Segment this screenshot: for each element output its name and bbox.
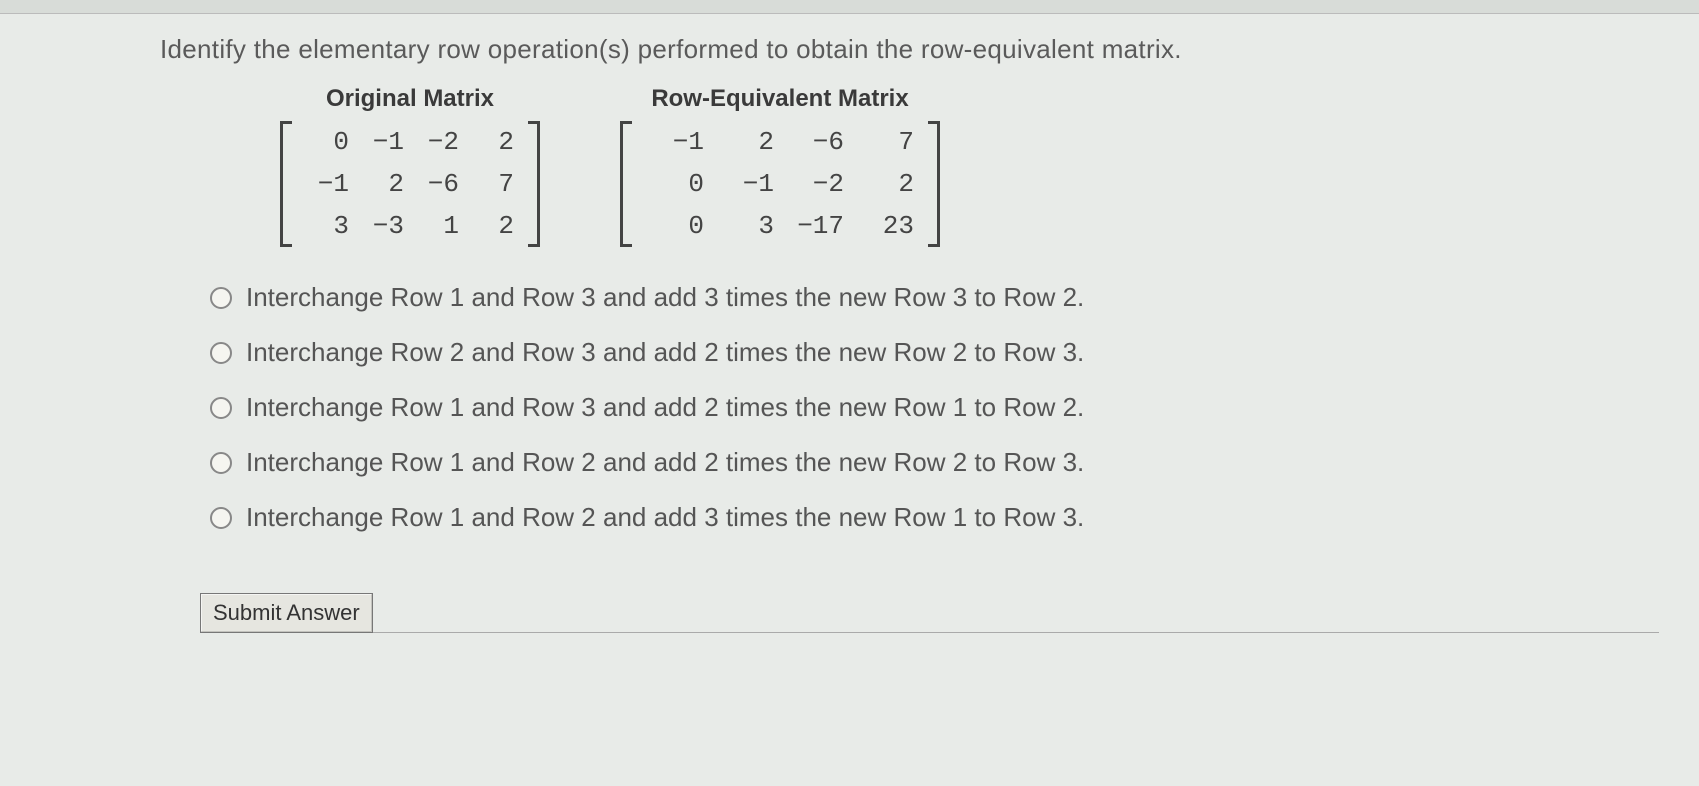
question-prompt: Identify the elementary row operation(s)… (160, 34, 1659, 65)
matrix-cell: −17 (780, 211, 850, 241)
matrix-cell: 0 (640, 211, 710, 241)
answer-option-1[interactable]: Interchange Row 1 and Row 3 and add 3 ti… (210, 282, 1659, 313)
option-label: Interchange Row 1 and Row 3 and add 3 ti… (246, 282, 1084, 313)
matrix-cell: −1 (710, 169, 780, 199)
row-equivalent-matrix-title: Row-Equivalent Matrix (620, 85, 940, 113)
radio-icon[interactable] (210, 397, 232, 419)
original-matrix: 0 −1 −2 2 −1 2 −6 7 3 −3 1 2 (280, 121, 540, 247)
left-bracket-icon (280, 121, 294, 247)
right-bracket-icon (526, 121, 540, 247)
submit-area: Submit Answer (200, 593, 1659, 633)
matrix-cell: 23 (850, 211, 920, 241)
matrix-cell: 1 (410, 211, 465, 241)
matrix-cell: −2 (410, 127, 465, 157)
matrix-cell: 0 (640, 169, 710, 199)
option-label: Interchange Row 1 and Row 2 and add 3 ti… (246, 502, 1084, 533)
matrix-cell: −3 (355, 211, 410, 241)
top-border (0, 0, 1699, 14)
matrix-cell: 7 (465, 169, 520, 199)
answer-options: Interchange Row 1 and Row 3 and add 3 ti… (210, 282, 1659, 533)
left-bracket-icon (620, 121, 634, 247)
matrix-cell: −1 (300, 169, 355, 199)
matrix-cell: −1 (355, 127, 410, 157)
divider (373, 632, 1659, 633)
matrix-cell: 3 (300, 211, 355, 241)
option-label: Interchange Row 2 and Row 3 and add 2 ti… (246, 337, 1084, 368)
option-label: Interchange Row 1 and Row 2 and add 2 ti… (246, 447, 1084, 478)
matrix-cell: −6 (780, 127, 850, 157)
matrices-row: Original Matrix 0 −1 −2 2 −1 2 −6 7 3 −3… (280, 85, 1659, 252)
answer-option-5[interactable]: Interchange Row 1 and Row 2 and add 3 ti… (210, 502, 1659, 533)
answer-option-3[interactable]: Interchange Row 1 and Row 3 and add 2 ti… (210, 392, 1659, 423)
right-bracket-icon (926, 121, 940, 247)
answer-option-4[interactable]: Interchange Row 1 and Row 2 and add 2 ti… (210, 447, 1659, 478)
matrix-cell: 2 (355, 169, 410, 199)
original-matrix-block: Original Matrix 0 −1 −2 2 −1 2 −6 7 3 −3… (280, 85, 540, 252)
submit-answer-button[interactable]: Submit Answer (200, 593, 373, 633)
matrix-cell: −2 (780, 169, 850, 199)
matrix-cell: 0 (300, 127, 355, 157)
answer-option-2[interactable]: Interchange Row 2 and Row 3 and add 2 ti… (210, 337, 1659, 368)
row-equivalent-matrix-cells: −1 2 −6 7 0 −1 −2 2 0 3 −17 23 (634, 121, 926, 247)
matrix-cell: 2 (465, 211, 520, 241)
matrix-cell: 3 (710, 211, 780, 241)
row-equivalent-matrix-block: Row-Equivalent Matrix −1 2 −6 7 0 −1 −2 … (620, 85, 940, 252)
radio-icon[interactable] (210, 287, 232, 309)
row-equivalent-matrix: −1 2 −6 7 0 −1 −2 2 0 3 −17 23 (620, 121, 940, 247)
question-container: Identify the elementary row operation(s)… (0, 14, 1699, 653)
radio-icon[interactable] (210, 507, 232, 529)
option-label: Interchange Row 1 and Row 3 and add 2 ti… (246, 392, 1084, 423)
matrix-cell: 7 (850, 127, 920, 157)
matrix-cell: 2 (850, 169, 920, 199)
matrix-cell: 2 (710, 127, 780, 157)
original-matrix-title: Original Matrix (280, 85, 540, 113)
matrix-cell: 2 (465, 127, 520, 157)
original-matrix-cells: 0 −1 −2 2 −1 2 −6 7 3 −3 1 2 (294, 121, 526, 247)
radio-icon[interactable] (210, 342, 232, 364)
matrix-cell: −1 (640, 127, 710, 157)
matrix-cell: −6 (410, 169, 465, 199)
radio-icon[interactable] (210, 452, 232, 474)
